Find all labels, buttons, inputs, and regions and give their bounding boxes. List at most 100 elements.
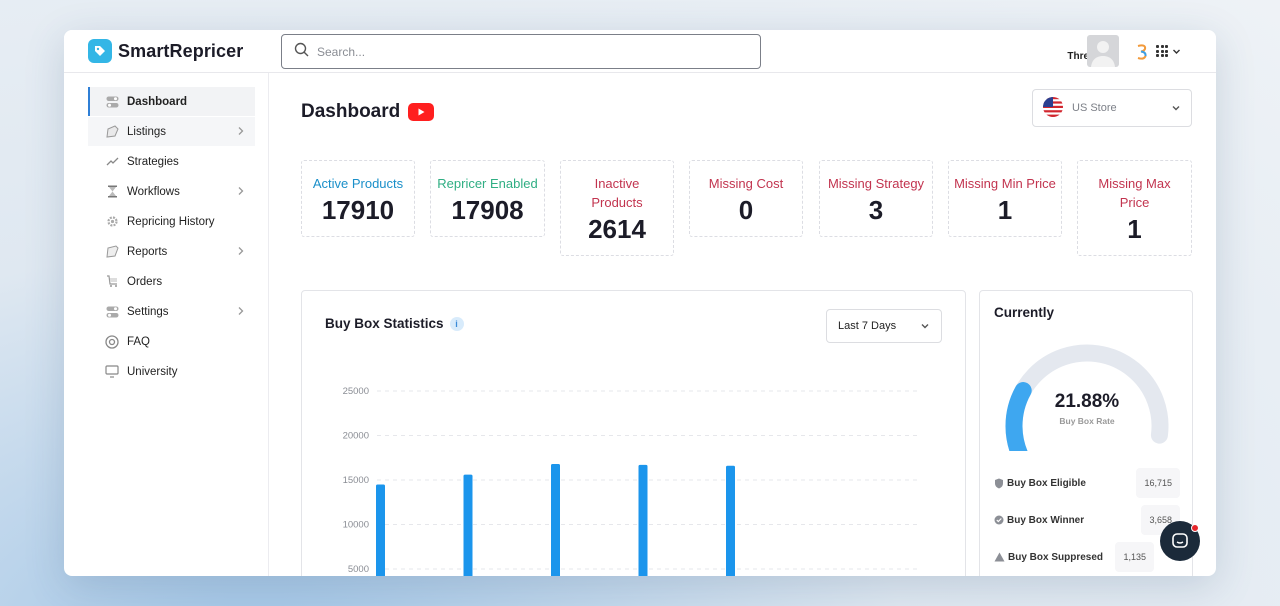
sidebar-item-workflows[interactable]: Workflows xyxy=(88,177,255,206)
page-title-text: Dashboard xyxy=(301,101,401,122)
sidebar-item-label: Settings xyxy=(127,305,169,318)
sidebar-item-settings[interactable]: Settings xyxy=(88,297,255,326)
chevron-right-icon xyxy=(238,187,244,195)
sidebar-item-label: Dashboard xyxy=(127,95,188,108)
warning-icon xyxy=(994,552,1005,562)
chart-bar[interactable] xyxy=(726,465,735,576)
stat-buybox-suppressed: Buy Box Suppresed 1,135 xyxy=(994,542,1180,572)
metric-label: Missing Min Price xyxy=(954,176,1056,191)
metric-card-missing-strategy[interactable]: Missing Strategy 3 xyxy=(819,160,933,237)
main-content: Dashboard US Store Active Products 17910… xyxy=(269,73,1216,576)
toggle-icon xyxy=(105,95,119,109)
metric-label: Inactive Products xyxy=(591,176,643,210)
store-select-value: US Store xyxy=(1072,102,1117,114)
sidebar-item-dashboard[interactable]: Dashboard xyxy=(88,87,255,116)
buybox-bar-chart: 25000 20000 15000 10000 5000 xyxy=(343,386,917,576)
y-tick-label: 25000 xyxy=(343,386,369,397)
info-icon[interactable]: i xyxy=(449,317,464,332)
buybox-title-text: Buy Box Statistics xyxy=(325,316,444,331)
date-range-value: Last 7 Days xyxy=(838,320,897,332)
chevron-right-icon xyxy=(238,127,244,135)
chevron-down-icon xyxy=(1172,106,1180,111)
gauge-readout: 21.88% Buy Box Rate xyxy=(980,391,1194,426)
tag-logo-icon xyxy=(88,39,112,63)
sidebar-item-label: Listings xyxy=(127,125,166,138)
sidebar-item-label: Orders xyxy=(127,275,163,288)
metric-value: 1 xyxy=(997,195,1013,225)
metric-label: Active Products xyxy=(312,176,404,191)
y-tick-label: 20000 xyxy=(343,431,369,442)
app-logo[interactable]: SmartRepricer xyxy=(88,39,243,63)
sidebar-item-label: University xyxy=(127,365,178,378)
trend-icon xyxy=(105,155,119,169)
sidebar-item-listings[interactable]: Listings xyxy=(88,117,255,146)
metric-value: 17908 xyxy=(451,195,524,225)
chart-bar[interactable] xyxy=(376,484,385,576)
metric-card-repricer-enabled[interactable]: Repricer Enabled 17908 xyxy=(430,160,545,237)
sidebar-item-orders[interactable]: Orders xyxy=(88,267,255,296)
metric-label: Repricer Enabled xyxy=(437,176,538,191)
youtube-icon[interactable] xyxy=(408,103,435,121)
store-select[interactable]: US Store xyxy=(1032,89,1192,127)
sidebar-item-university[interactable]: University xyxy=(88,357,255,386)
chart-bar[interactable] xyxy=(638,464,648,576)
check-badge-icon xyxy=(994,515,1004,525)
page-title: Dashboard xyxy=(301,101,435,123)
buybox-rate-label: Buy Box Rate xyxy=(1059,416,1115,426)
sidebar-item-reports[interactable]: Reports xyxy=(88,237,255,266)
app-name: SmartRepricer xyxy=(118,40,244,61)
apps-grid-icon xyxy=(1156,45,1168,57)
metric-value: 3 xyxy=(868,195,884,225)
chevron-down-icon xyxy=(921,324,929,329)
avatar[interactable] xyxy=(1087,35,1119,67)
metric-value: 0 xyxy=(738,195,754,225)
metric-card-missing-max-price[interactable]: Missing Max Price 1 xyxy=(1077,160,1192,256)
sidebar-item-faq[interactable]: FAQ xyxy=(88,327,255,356)
chart-bar[interactable] xyxy=(463,474,473,576)
metric-label: Missing Max Price xyxy=(1098,176,1171,210)
sidebar-item-label: FAQ xyxy=(127,335,151,348)
metric-value: 17910 xyxy=(321,195,395,225)
chat-launcher-button[interactable] xyxy=(1160,521,1200,561)
hourglass-icon xyxy=(105,185,119,199)
top-bar: SmartRepricer Hello Threecolts xyxy=(64,30,1216,73)
sidebar-item-label: Repricing History xyxy=(127,215,215,228)
metric-card-active-products[interactable]: Active Products 17910 xyxy=(301,160,415,237)
metric-card-missing-cost[interactable]: Missing Cost 0 xyxy=(689,160,803,237)
buybox-rate-value: 21.88% xyxy=(1054,391,1120,412)
metric-label: Missing Strategy xyxy=(827,176,925,191)
toggle-icon xyxy=(105,305,119,319)
sidebar: Dashboard Listings Strategies Workflows … xyxy=(64,73,269,576)
sidebar-item-strategies[interactable]: Strategies xyxy=(88,147,255,176)
search-box[interactable] xyxy=(281,34,761,69)
monitor-icon xyxy=(105,365,119,379)
chevron-down-icon xyxy=(1173,49,1180,54)
y-tick-label: 5000 xyxy=(348,564,369,575)
metric-card-missing-min-price[interactable]: Missing Min Price 1 xyxy=(948,160,1062,237)
apps-menu[interactable] xyxy=(1156,45,1181,57)
notification-dot xyxy=(1191,524,1199,532)
tag-icon xyxy=(105,125,119,139)
stat-buybox-winner: Buy Box Winner 3,658 xyxy=(994,505,1180,535)
search-icon xyxy=(294,42,309,62)
search-input[interactable] xyxy=(317,44,717,59)
report-icon xyxy=(105,245,119,259)
chart-bar[interactable] xyxy=(551,463,560,576)
stat-label: Buy Box Suppresed xyxy=(1008,551,1104,563)
date-range-select[interactable]: Last 7 Days xyxy=(826,309,942,343)
threecolts-logo-icon[interactable] xyxy=(1136,43,1148,64)
stat-label: Buy Box Winner xyxy=(1007,514,1085,526)
sidebar-item-label: Reports xyxy=(127,245,168,258)
y-tick-label: 15000 xyxy=(343,475,369,486)
us-flag-icon xyxy=(1043,96,1063,120)
buybox-title: Buy Box Statistics i xyxy=(325,316,464,332)
metric-card-inactive-products[interactable]: Inactive Products 2614 xyxy=(560,160,674,256)
sidebar-item-repricing-history[interactable]: Repricing History xyxy=(88,207,255,236)
gear-icon xyxy=(105,215,119,229)
buybox-statistics-panel: Buy Box Statistics i Last 7 Days 25000 200… xyxy=(301,290,966,576)
stat-value: 16,715 xyxy=(1136,468,1180,498)
chevron-right-icon xyxy=(238,307,244,315)
cart-icon xyxy=(105,275,119,289)
y-tick-label: 10000 xyxy=(343,520,369,531)
app-window: SmartRepricer Hello Threecolts xyxy=(64,30,1216,576)
